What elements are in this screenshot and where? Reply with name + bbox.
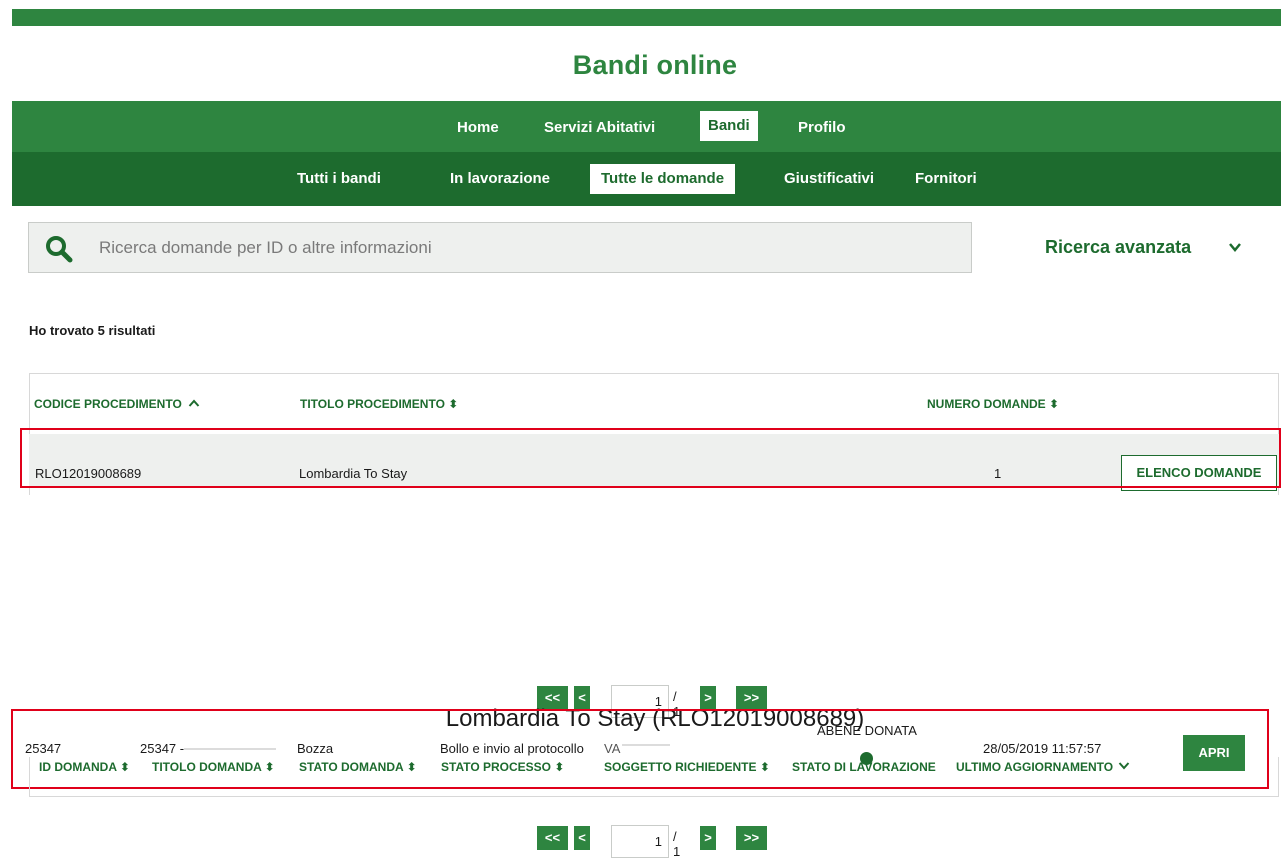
- site-title: Bandi online: [572, 50, 738, 80]
- redacted-text: [622, 744, 670, 746]
- cell-stato-processo: Bollo e invio al protocollo: [440, 741, 584, 756]
- subnav-tutte-le-domande[interactable]: Tutte le domande: [590, 164, 736, 194]
- main-nav: Home Servizi Abitativi Bandi Profilo: [12, 101, 1281, 152]
- prev-page-button[interactable]: <: [574, 826, 590, 850]
- page-input[interactable]: 1: [611, 825, 669, 858]
- subnav-giustificativi[interactable]: Giustificativi: [776, 164, 882, 194]
- last-page-button[interactable]: >>: [736, 826, 767, 850]
- top-green-bar: [12, 9, 1281, 26]
- nav-servizi-abitativi[interactable]: Servizi Abitativi: [536, 113, 663, 143]
- highlight-box: [20, 428, 1281, 488]
- search-bar: [28, 222, 972, 273]
- search-icon[interactable]: [45, 235, 73, 263]
- results-count: Ho trovato 5 risultati: [29, 323, 156, 338]
- header-numero-domande[interactable]: NUMERO DOMANDE ⬍: [927, 397, 1059, 411]
- subnav-in-lavorazione[interactable]: In lavorazione: [442, 164, 558, 194]
- next-page-button[interactable]: >: [700, 826, 716, 850]
- sort-icon: ⬍: [448, 397, 459, 411]
- nav-bandi[interactable]: Bandi: [700, 111, 758, 141]
- sort-asc-icon: [188, 399, 200, 407]
- first-page-button[interactable]: <<: [537, 826, 568, 850]
- advanced-search-toggle[interactable]: Ricerca avanzata: [1045, 237, 1191, 258]
- subnav-fornitori[interactable]: Fornitori: [907, 164, 985, 194]
- page-total: / 1: [673, 829, 681, 859]
- cell-stato-domanda: Bozza: [297, 741, 334, 756]
- header-codice-procedimento[interactable]: CODICE PROCEDIMENTO: [34, 397, 200, 411]
- nav-home[interactable]: Home: [449, 113, 507, 143]
- header-titolo-procedimento[interactable]: TITOLO PROCEDIMENTO ⬍: [300, 397, 458, 411]
- redacted-text: [184, 748, 276, 750]
- cell-soggetto: VA: [604, 741, 621, 756]
- sort-icon: ⬍: [1049, 397, 1060, 411]
- nav-profilo[interactable]: Profilo: [790, 113, 854, 143]
- chevron-down-icon[interactable]: [1228, 240, 1242, 254]
- sub-nav: Tutti i bandi In lavorazione Tutte le do…: [12, 152, 1281, 206]
- cell-stato-lavorazione: ABENE DONATA: [817, 723, 917, 738]
- cell-ultimo-aggiornamento: 28/05/2019 11:57:57: [983, 741, 1102, 756]
- search-input[interactable]: [99, 223, 959, 272]
- detail-table-border: [29, 757, 1279, 797]
- cell-id-domanda: 25347: [25, 741, 62, 756]
- subnav-tutti-i-bandi[interactable]: Tutti i bandi: [289, 164, 389, 194]
- cell-titolo-domanda: 25347 -: [140, 741, 185, 756]
